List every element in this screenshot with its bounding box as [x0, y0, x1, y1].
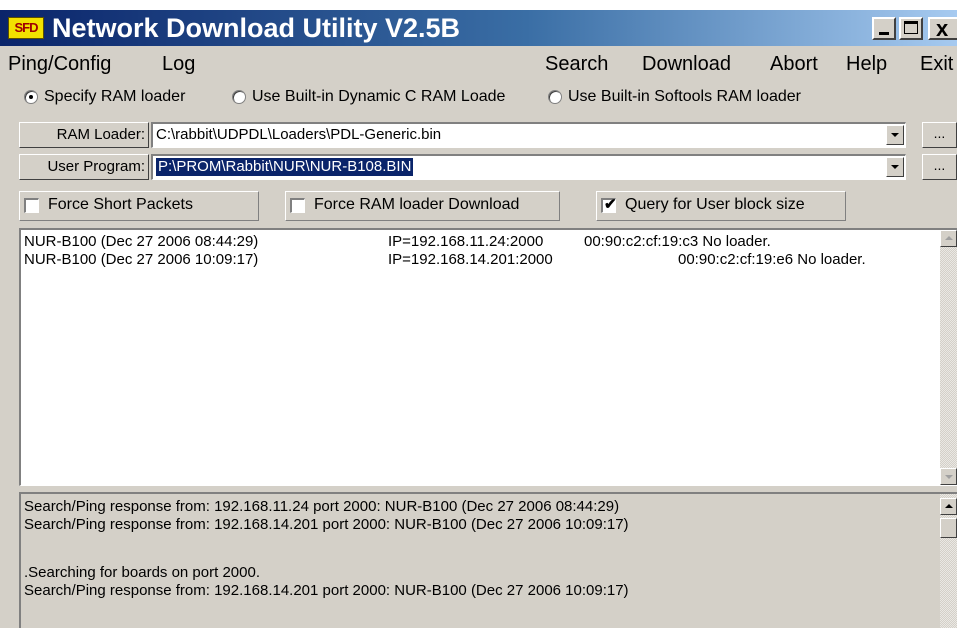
checkbox-label: Force Short Packets — [48, 196, 193, 213]
arrow-down-icon — [945, 475, 953, 479]
device-ip: IP=192.168.11.24:2000 — [388, 233, 544, 250]
menu-search[interactable]: Search — [545, 53, 608, 76]
user-program-browse-button[interactable]: ... — [922, 154, 957, 180]
radio-unchecked-icon — [548, 90, 562, 104]
menu-download[interactable]: Download — [642, 53, 731, 76]
device-ip: IP=192.168.14.201:2000 — [388, 251, 553, 268]
log-line: Search/Ping response from: 192.168.14.20… — [24, 516, 629, 533]
menu-abort[interactable]: Abort — [770, 53, 818, 76]
maximize-button[interactable] — [899, 17, 923, 40]
checkbox-unchecked-icon[interactable] — [24, 198, 39, 213]
title-bar[interactable]: SFD Network Download Utility V2.5B x — [0, 10, 957, 46]
radio-label: Use Built-in Dynamic C RAM Loade — [252, 88, 506, 105]
radio-label: Specify RAM loader — [44, 88, 186, 105]
menu-bar: Ping/Config Log Search Download Abort He… — [0, 50, 957, 80]
window-title: Network Download Utility V2.5B — [52, 13, 461, 43]
user-program-combo[interactable]: P:\PROM\Rabbit\NUR\NUR-B108.BIN — [151, 154, 906, 180]
user-program-label: User Program: — [19, 154, 149, 180]
loader-option-group: Specify RAM loader Use Built-in Dynamic … — [0, 87, 957, 111]
device-name: NUR-B100 (Dec 27 2006 08:44:29) — [24, 233, 259, 250]
menu-help[interactable]: Help — [846, 53, 887, 76]
checkbox-unchecked-icon[interactable] — [290, 198, 305, 213]
list-item[interactable]: NUR-B100 (Dec 27 2006 08:44:29) IP=192.1… — [24, 233, 939, 251]
chevron-down-icon — [891, 165, 899, 169]
log-line: .Searching for boards on port 2000. — [24, 564, 260, 581]
log-output[interactable]: Search/Ping response from: 192.168.11.24… — [19, 492, 957, 628]
minimize-button[interactable] — [872, 17, 896, 40]
close-button[interactable]: x — [928, 16, 957, 41]
scroll-up-button[interactable] — [940, 498, 957, 515]
check-icon: ✔ — [604, 196, 617, 213]
radio-checked-icon — [24, 90, 38, 104]
scroll-up-button[interactable] — [940, 230, 957, 247]
list-item[interactable]: NUR-B100 (Dec 27 2006 10:09:17) IP=192.1… — [24, 251, 939, 269]
scroll-down-button[interactable] — [940, 468, 957, 485]
query-user-block-size-option[interactable]: ✔ Query for User block size — [596, 191, 846, 221]
ram-loader-browse-button[interactable]: ... — [922, 122, 957, 148]
device-list[interactable]: NUR-B100 (Dec 27 2006 08:44:29) IP=192.1… — [19, 228, 957, 486]
app-window: SFD Network Download Utility V2.5B x Pin… — [0, 0, 957, 628]
log-line: Search/Ping response from: 192.168.14.20… — [24, 582, 629, 599]
checkbox-label: Query for User block size — [625, 196, 805, 213]
radio-label: Use Built-in Softools RAM loader — [568, 88, 801, 105]
checkbox-checked-icon[interactable]: ✔ — [601, 196, 617, 213]
ram-loader-combo[interactable]: C:\rabbit\UDPDL\Loaders\PDL-Generic.bin — [151, 122, 906, 148]
menu-ping-config[interactable]: Ping/Config — [8, 53, 111, 76]
menu-log[interactable]: Log — [162, 53, 195, 76]
app-logo-icon[interactable]: SFD — [8, 17, 44, 39]
device-mac-status: 00:90:c2:cf:19:c3 No loader. — [584, 233, 771, 250]
arrow-up-icon — [945, 236, 953, 240]
device-list-scrollbar[interactable] — [940, 230, 957, 485]
ram-loader-label: RAM Loader: — [19, 122, 149, 148]
device-name: NUR-B100 (Dec 27 2006 10:09:17) — [24, 251, 259, 268]
maximize-icon — [904, 21, 918, 34]
checkbox-label: Force RAM loader Download — [314, 196, 520, 213]
log-scrollbar[interactable] — [940, 494, 957, 628]
close-icon: x — [936, 16, 949, 41]
ram-loader-value[interactable]: C:\rabbit\UDPDL\Loaders\PDL-Generic.bin — [156, 126, 441, 144]
log-line: Search/Ping response from: 192.168.11.24… — [24, 498, 620, 515]
menu-exit[interactable]: Exit — [920, 53, 953, 76]
radio-unchecked-icon — [232, 90, 246, 104]
user-program-dropdown-button[interactable] — [886, 157, 904, 177]
force-short-packets-option[interactable]: Force Short Packets — [19, 191, 259, 221]
device-mac-status: 00:90:c2:cf:19:e6 No loader. — [678, 251, 866, 268]
desktop-strip — [0, 0, 957, 10]
arrow-up-icon — [945, 504, 953, 508]
minimize-icon — [879, 32, 889, 35]
scroll-thumb[interactable] — [940, 518, 957, 538]
ram-loader-dropdown-button[interactable] — [886, 125, 904, 145]
user-program-value[interactable]: P:\PROM\Rabbit\NUR\NUR-B108.BIN — [156, 158, 414, 176]
force-ram-loader-download-option[interactable]: Force RAM loader Download — [285, 191, 560, 221]
chevron-down-icon — [891, 133, 899, 137]
